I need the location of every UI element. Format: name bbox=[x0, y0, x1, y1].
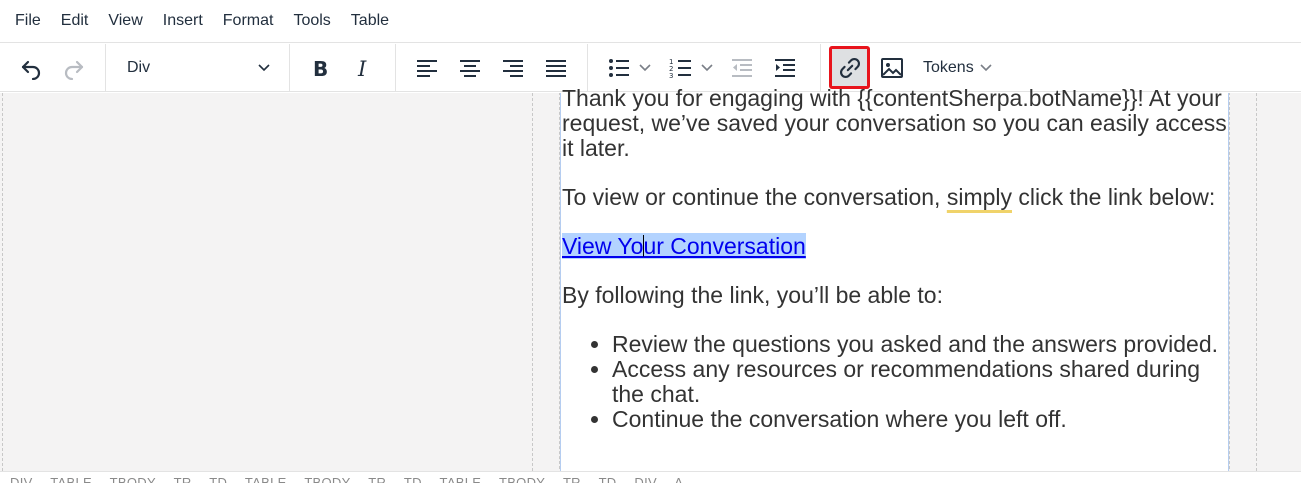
path-item[interactable]: TBODY bbox=[304, 475, 350, 483]
bold-icon: B bbox=[313, 57, 328, 80]
undo-button[interactable] bbox=[14, 50, 48, 86]
menu-insert[interactable]: Insert bbox=[153, 10, 213, 32]
svg-text:3: 3 bbox=[669, 72, 673, 80]
svg-text:B: B bbox=[313, 57, 328, 80]
align-left-icon bbox=[417, 60, 437, 77]
link-text-start: View Yo bbox=[562, 233, 644, 259]
path-item[interactable]: TABLE bbox=[440, 475, 482, 483]
path-item[interactable]: TR bbox=[563, 475, 581, 483]
instruction-text-start: To view or continue the conversation, bbox=[562, 184, 947, 210]
align-center-icon bbox=[460, 60, 480, 77]
menu-file[interactable]: File bbox=[5, 10, 51, 32]
path-item[interactable]: TABLE bbox=[245, 475, 287, 483]
path-item[interactable]: TABLE bbox=[50, 475, 92, 483]
link-paragraph: View Your Conversation bbox=[562, 233, 1228, 259]
path-item[interactable]: TBODY bbox=[110, 475, 156, 483]
align-right-icon bbox=[503, 60, 523, 77]
image-icon bbox=[881, 58, 903, 78]
chevron-down-icon bbox=[639, 64, 651, 72]
menu-format[interactable]: Format bbox=[213, 10, 284, 32]
italic-icon: I bbox=[357, 57, 367, 80]
block-format-value: Div bbox=[127, 59, 151, 76]
menu-tools[interactable]: Tools bbox=[283, 10, 340, 32]
redo-button[interactable] bbox=[57, 50, 91, 86]
block-format-select[interactable]: Div bbox=[113, 50, 279, 86]
indent-button[interactable] bbox=[768, 50, 802, 86]
list-item[interactable]: Review the questions you asked and the a… bbox=[612, 332, 1228, 357]
benefits-list: Review the questions you asked and the a… bbox=[562, 332, 1228, 432]
indent-icon bbox=[775, 59, 795, 77]
path-item[interactable]: A bbox=[674, 475, 683, 483]
tokens-dropdown[interactable]: Tokens bbox=[915, 50, 1007, 86]
table-cell-border bbox=[2, 93, 3, 471]
bullet-list-icon bbox=[609, 59, 629, 77]
table-cell-border bbox=[1256, 93, 1257, 471]
list-item[interactable]: Continue the conversation where you left… bbox=[612, 407, 1228, 432]
link-icon bbox=[839, 57, 860, 78]
path-item[interactable]: TR bbox=[174, 475, 192, 483]
toolbar-separator bbox=[289, 44, 290, 92]
outdent-icon bbox=[732, 59, 752, 77]
view-conversation-link[interactable]: View Your Conversation bbox=[562, 233, 806, 259]
benefits-intro[interactable]: By following the link, you’ll be able to… bbox=[562, 283, 1228, 308]
table-cell-border bbox=[532, 93, 533, 471]
menubar: File Edit View Insert Format Tools Table bbox=[0, 0, 1301, 43]
path-item[interactable]: TD bbox=[599, 475, 617, 483]
spellcheck-flagged-word[interactable]: simply bbox=[947, 184, 1012, 210]
path-item[interactable]: DIV bbox=[634, 475, 657, 483]
numbered-list-button[interactable]: 123 bbox=[663, 50, 721, 86]
toolbar-separator bbox=[105, 44, 106, 92]
numbered-list-icon: 123 bbox=[669, 58, 691, 80]
chevron-down-icon bbox=[701, 64, 713, 72]
path-item[interactable]: DIV bbox=[10, 475, 33, 483]
undo-icon bbox=[21, 60, 41, 80]
link-text-end: ur Conversation bbox=[643, 233, 806, 259]
path-item[interactable]: TR bbox=[368, 475, 386, 483]
image-button[interactable] bbox=[875, 50, 909, 86]
chevron-down-icon bbox=[980, 64, 992, 72]
svg-text:I: I bbox=[357, 57, 367, 80]
email-body[interactable]: Thank you for engaging with {{contentShe… bbox=[562, 86, 1228, 432]
instruction-paragraph[interactable]: To view or continue the conversation, si… bbox=[562, 185, 1228, 210]
redo-icon bbox=[64, 60, 84, 80]
menu-table[interactable]: Table bbox=[341, 10, 399, 32]
toolbar-separator bbox=[395, 44, 396, 92]
path-item[interactable]: TBODY bbox=[499, 475, 545, 483]
element-path: DIV TABLE TBODY TR TD TABLE TBODY TR TD … bbox=[10, 475, 697, 483]
menu-view[interactable]: View bbox=[98, 10, 152, 32]
tokens-label: Tokens bbox=[923, 59, 974, 76]
italic-button[interactable]: I bbox=[346, 50, 380, 86]
bold-button[interactable]: B bbox=[303, 50, 337, 86]
chevron-down-icon bbox=[258, 64, 270, 72]
list-item[interactable]: Access any resources or recommendations … bbox=[612, 357, 1228, 407]
link-button[interactable] bbox=[829, 46, 870, 89]
path-item[interactable]: TD bbox=[209, 475, 227, 483]
bullet-list-button[interactable] bbox=[601, 50, 657, 86]
path-item[interactable]: TD bbox=[404, 475, 422, 483]
intro-paragraph[interactable]: Thank you for engaging with {{contentShe… bbox=[562, 86, 1228, 161]
justify-button[interactable] bbox=[539, 50, 573, 86]
align-right-button[interactable] bbox=[496, 50, 530, 86]
outdent-button[interactable] bbox=[725, 50, 759, 86]
instruction-text-end: click the link below: bbox=[1012, 184, 1216, 210]
align-center-button[interactable] bbox=[453, 50, 487, 86]
justify-icon bbox=[546, 60, 566, 77]
align-left-button[interactable] bbox=[410, 50, 444, 86]
statusbar: DIV TABLE TBODY TR TD TABLE TBODY TR TD … bbox=[0, 471, 1301, 483]
menu-edit[interactable]: Edit bbox=[51, 10, 99, 32]
